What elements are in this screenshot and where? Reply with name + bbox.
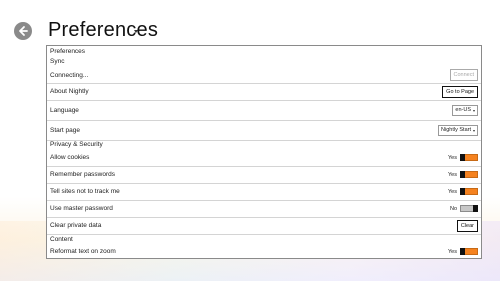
row-start-page: Start page Nightly Start — [47, 121, 481, 141]
row-reformat: Reformat text on zoom Yes — [47, 245, 481, 258]
cookies-toggle[interactable]: Yes — [448, 154, 478, 161]
clear-button[interactable]: Clear — [456, 220, 478, 232]
toggle-state: Yes — [448, 188, 457, 195]
back-button[interactable] — [14, 22, 32, 40]
passwords-toggle[interactable]: Yes — [448, 171, 478, 178]
section-header-privacy: Privacy & Security — [47, 141, 481, 150]
row-label: Allow cookies — [50, 154, 90, 161]
section-title: Sync — [50, 58, 65, 65]
section-header-content: Content — [47, 236, 481, 245]
toggle-thumb — [460, 188, 465, 195]
toggle-switch[interactable] — [460, 188, 478, 195]
chevron-down-icon — [473, 109, 475, 112]
row-connecting: Connecting... Connect — [47, 68, 481, 84]
select-value: Nightly Start — [441, 127, 471, 133]
chevron-down-icon — [473, 129, 475, 132]
row-master-password: Use master password No — [47, 201, 481, 218]
section-title: Preferences — [50, 48, 86, 55]
section-header-preferences: Preferences — [47, 48, 481, 57]
row-label: Connecting... — [50, 72, 89, 79]
toggle-thumb — [473, 205, 478, 212]
back-arrow-icon — [19, 26, 28, 36]
toggle-switch[interactable] — [460, 205, 478, 212]
do-not-track-toggle[interactable]: Yes — [448, 188, 478, 195]
row-cookies: Allow cookies Yes — [47, 150, 481, 167]
row-label: Clear private data — [50, 222, 102, 229]
toggle-switch[interactable] — [460, 154, 478, 161]
section-title: Privacy & Security — [50, 141, 103, 148]
section-title: Content — [50, 236, 73, 243]
toggle-thumb — [460, 248, 465, 255]
toggle-thumb — [460, 154, 465, 161]
reformat-toggle[interactable]: Yes — [448, 248, 478, 255]
connect-button[interactable]: Connect — [449, 69, 478, 81]
toggle-state: No — [449, 205, 457, 212]
toggle-state: Yes — [448, 154, 457, 161]
row-clear-data: Clear private data Clear — [47, 218, 481, 235]
row-about: About Nightly Go to Page — [47, 84, 481, 101]
select-value: en-US — [455, 107, 471, 113]
toggle-state: Yes — [448, 171, 457, 178]
row-do-not-track: Tell sites not to track me Yes — [47, 184, 481, 201]
row-label: Reformat text on zoom — [50, 248, 116, 255]
section-header-sync: Sync — [47, 58, 481, 67]
language-select[interactable]: en-US — [452, 105, 478, 116]
row-label: Start page — [50, 127, 80, 134]
row-language: Language en-US — [47, 101, 481, 121]
row-label: Use master password — [50, 205, 113, 212]
toggle-switch[interactable] — [460, 171, 478, 178]
toggle-state: Yes — [448, 248, 457, 255]
start-page-select[interactable]: Nightly Start — [438, 125, 478, 136]
go-to-page-button[interactable]: Go to Page — [442, 86, 478, 98]
preferences-panel: Preferences Sync Connecting... Connect A… — [46, 45, 482, 259]
chevron-down-icon[interactable] — [134, 30, 138, 33]
row-label: About Nightly — [50, 88, 89, 95]
toggle-thumb — [460, 171, 465, 178]
toggle-switch[interactable] — [460, 248, 478, 255]
row-passwords: Remember passwords Yes — [47, 167, 481, 184]
page-title: Preferences — [48, 19, 159, 41]
row-label: Tell sites not to track me — [50, 188, 120, 195]
row-label: Remember passwords — [50, 171, 116, 178]
master-password-toggle[interactable]: No — [450, 205, 478, 212]
row-label: Language — [50, 107, 79, 114]
